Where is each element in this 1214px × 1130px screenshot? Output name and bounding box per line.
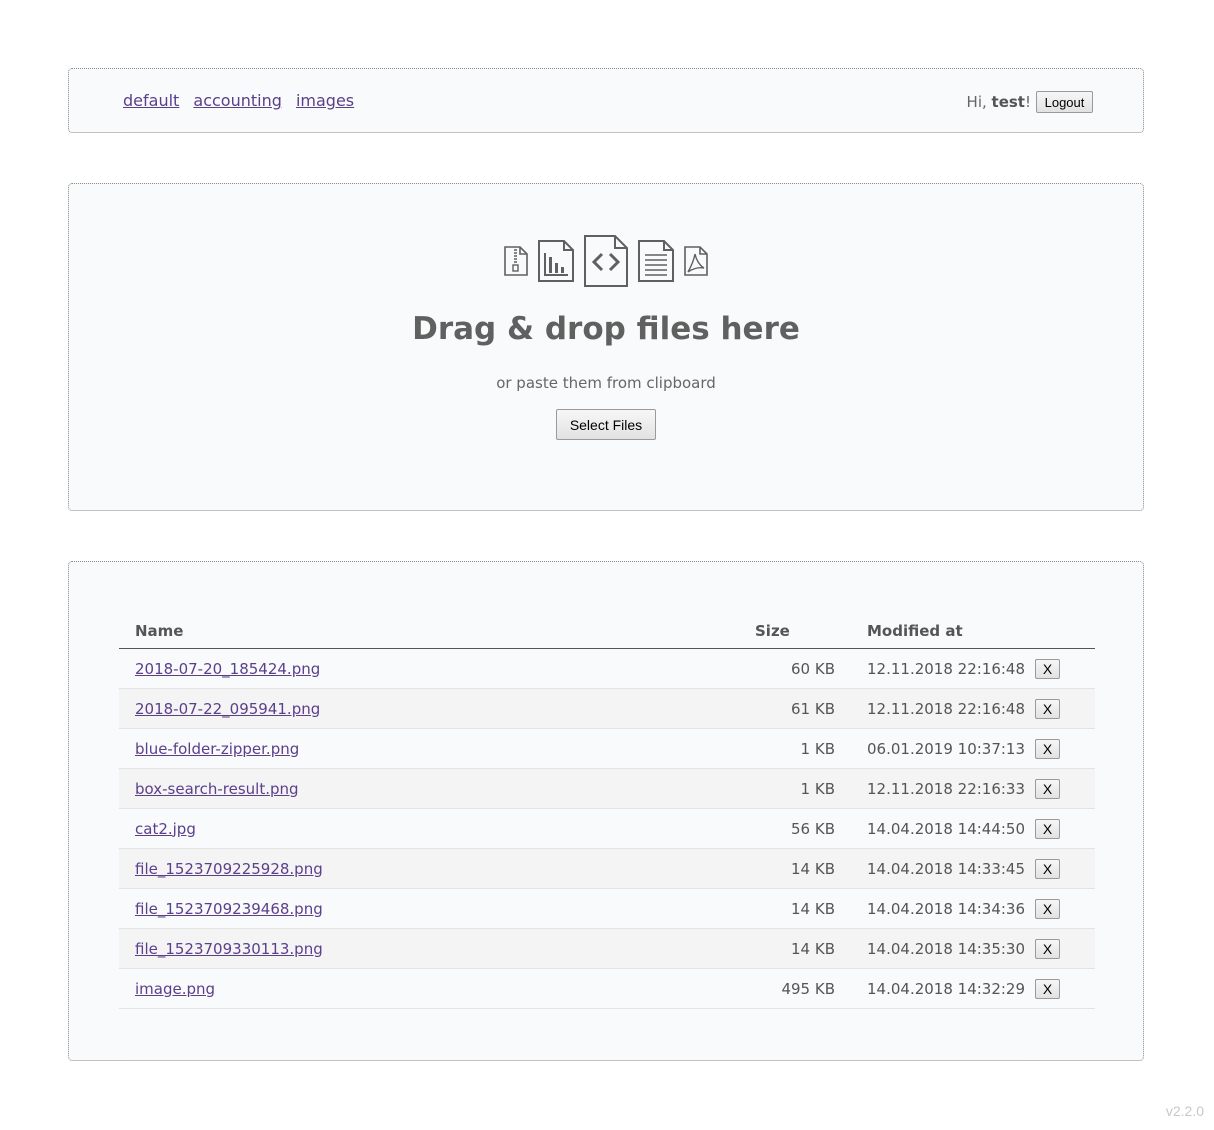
dropzone[interactable]: Drag & drop files here or paste them fro… [68,183,1144,511]
files-table: Name Size Modified at 2018-07-20_185424.… [119,614,1095,1009]
page: default accounting images Hi, test! Logo… [0,0,1214,1130]
select-wrap: Select Files [69,409,1143,440]
delete-file-button[interactable]: X [1035,818,1060,839]
folder-link-accounting[interactable]: accounting [193,91,281,110]
column-spacer [835,614,867,649]
file-size: 14 KB [755,928,835,969]
column-header-name[interactable]: Name [119,614,755,649]
table-row: 2018-07-20_185424.png 60 KB 12.11.2018 2… [119,648,1095,689]
file-name-cell: cat2.jpg [119,808,755,849]
delete-file-button[interactable]: X [1035,858,1060,879]
dropzone-subtitle: or paste them from clipboard [496,374,716,392]
file-link[interactable]: file_1523709330113.png [135,940,323,958]
files-panel: Name Size Modified at 2018-07-20_185424.… [68,561,1144,1061]
table-row: file_1523709225928.png 14 KB 14.04.2018 … [119,848,1095,889]
text-file-icon [637,239,675,283]
file-link[interactable]: image.png [135,980,215,998]
file-modified: 06.01.2019 10:37:13 [867,728,1035,769]
delete-cell: X [1035,808,1095,849]
nav-panel: default accounting images Hi, test! Logo… [68,68,1144,133]
version-label: v2.2.0 [1165,1103,1204,1119]
file-type-icons [69,234,1143,288]
delete-cell: X [1035,888,1095,929]
delete-cell: X [1035,968,1095,1009]
file-size: 60 KB [755,648,835,689]
dropzone-title: Drag & drop files here [412,311,800,347]
file-modified: 14.04.2018 14:34:36 [867,888,1035,929]
file-size: 1 KB [755,768,835,809]
greeting-suffix: ! [1024,93,1031,111]
file-name-cell: 2018-07-20_185424.png [119,648,755,689]
file-link[interactable]: box-search-result.png [135,780,299,798]
table-row: image.png 495 KB 14.04.2018 14:32:29 X [119,968,1095,1009]
file-name-cell: image.png [119,968,755,1009]
file-size: 61 KB [755,688,835,729]
table-row: file_1523709330113.png 14 KB 14.04.2018 … [119,928,1095,969]
delete-cell: X [1035,728,1095,769]
file-link[interactable]: 2018-07-20_185424.png [135,660,320,678]
greeting-text: Hi, [966,93,992,111]
folder-link-images[interactable]: images [296,91,354,110]
delete-file-button[interactable]: X [1035,898,1060,919]
code-file-icon [583,234,629,288]
column-header-size[interactable]: Size [755,614,835,649]
table-row: blue-folder-zipper.png 1 KB 06.01.2019 1… [119,728,1095,769]
delete-file-button[interactable]: X [1035,738,1060,759]
file-size: 14 KB [755,848,835,889]
pdf-file-icon [683,245,709,277]
delete-cell: X [1035,648,1095,689]
file-size: 1 KB [755,728,835,769]
table-row: 2018-07-22_095941.png 61 KB 12.11.2018 2… [119,688,1095,729]
delete-file-button[interactable]: X [1035,938,1060,959]
file-modified: 14.04.2018 14:35:30 [867,928,1035,969]
select-files-button[interactable]: Select Files [556,409,656,440]
file-name-cell: file_1523709225928.png [119,848,755,889]
file-modified: 12.11.2018 22:16:48 [867,648,1035,689]
delete-file-button[interactable]: X [1035,778,1060,799]
file-link[interactable]: file_1523709239468.png [135,900,323,918]
file-name-cell: file_1523709239468.png [119,888,755,929]
zip-file-icon [503,245,529,277]
delete-cell: X [1035,768,1095,809]
file-size: 14 KB [755,888,835,929]
column-header-modified[interactable]: Modified at [867,614,1035,649]
file-link[interactable]: file_1523709225928.png [135,860,323,878]
table-row: box-search-result.png 1 KB 12.11.2018 22… [119,768,1095,809]
table-row: cat2.jpg 56 KB 14.04.2018 14:44:50 X [119,808,1095,849]
file-size: 495 KB [755,968,835,1009]
file-name-cell: blue-folder-zipper.png [119,728,755,769]
file-link[interactable]: blue-folder-zipper.png [135,740,299,758]
delete-cell: X [1035,688,1095,729]
username: test [991,93,1025,111]
file-name-cell: file_1523709330113.png [119,928,755,969]
file-modified: 12.11.2018 22:16:48 [867,688,1035,729]
delete-file-button[interactable]: X [1035,698,1060,719]
folder-link-default[interactable]: default [123,91,179,110]
file-modified: 14.04.2018 14:33:45 [867,848,1035,889]
logout-button[interactable]: Logout [1036,91,1093,113]
delete-file-button[interactable]: X [1035,978,1060,999]
file-modified: 12.11.2018 22:16:33 [867,768,1035,809]
table-header-row: Name Size Modified at [119,614,1095,649]
file-link[interactable]: 2018-07-22_095941.png [135,700,320,718]
file-name-cell: 2018-07-22_095941.png [119,688,755,729]
chart-file-icon [537,239,575,283]
file-link[interactable]: cat2.jpg [135,820,196,838]
folder-nav: default accounting images [123,91,363,110]
file-modified: 14.04.2018 14:44:50 [867,808,1035,849]
table-row: file_1523709239468.png 14 KB 14.04.2018 … [119,888,1095,929]
delete-cell: X [1035,928,1095,969]
delete-cell: X [1035,848,1095,889]
user-area: Hi, test! Logout [967,91,1093,113]
file-size: 56 KB [755,808,835,849]
delete-file-button[interactable]: X [1035,658,1060,679]
file-modified: 14.04.2018 14:32:29 [867,968,1035,1009]
column-header-actions [1035,614,1095,649]
file-name-cell: box-search-result.png [119,768,755,809]
